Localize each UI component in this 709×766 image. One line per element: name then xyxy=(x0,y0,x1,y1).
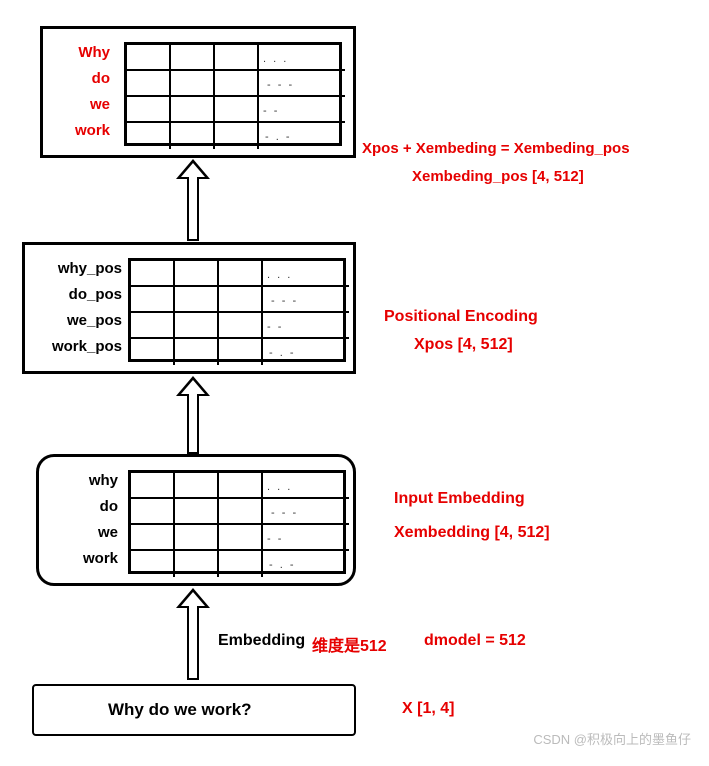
row-label: Why xyxy=(46,40,110,66)
annot-mid-1: Positional Encoding xyxy=(384,308,538,326)
grid-emb: . . . - - - - - - . - xyxy=(128,470,346,574)
row-label: we_pos xyxy=(26,308,122,334)
annot-mid-2: Xpos [4, 512] xyxy=(414,336,513,354)
annot-top-2: Xembeding_pos [4, 512] xyxy=(412,168,584,185)
row-label: why xyxy=(52,468,118,494)
labels-emb: why do we work xyxy=(52,468,118,572)
input-sentence: Why do we work? xyxy=(108,700,252,720)
label-dmodel: dmodel = 512 xyxy=(424,632,526,650)
annot-top-1: Xpos + Xembeding = Xembeding_pos xyxy=(362,140,630,157)
row-label: work_pos xyxy=(26,334,122,360)
watermark: CSDN @积极向上的墨鱼仔 xyxy=(533,729,691,748)
labels-top: Why do we work xyxy=(46,40,110,144)
row-label: do xyxy=(52,494,118,520)
row-label: we xyxy=(52,520,118,546)
row-label: do_pos xyxy=(26,282,122,308)
grid-mid: . . . - - - - - - . - xyxy=(128,258,346,362)
grid-top: . . . - - - - - - . - xyxy=(124,42,342,146)
row-label: work xyxy=(52,546,118,572)
row-label: why_pos xyxy=(26,256,122,282)
annot-emb-1: Input Embedding xyxy=(394,490,525,508)
row-label: do xyxy=(46,66,110,92)
labels-mid: why_pos do_pos we_pos work_pos xyxy=(26,256,122,360)
label-embedding: Embedding xyxy=(218,632,305,650)
annot-emb-2: Xembedding [4, 512] xyxy=(394,524,550,542)
row-label: work xyxy=(46,118,110,144)
row-label: we xyxy=(46,92,110,118)
annot-xshape: X [1, 4] xyxy=(402,700,454,718)
label-dims: 维度是512 xyxy=(312,632,387,656)
